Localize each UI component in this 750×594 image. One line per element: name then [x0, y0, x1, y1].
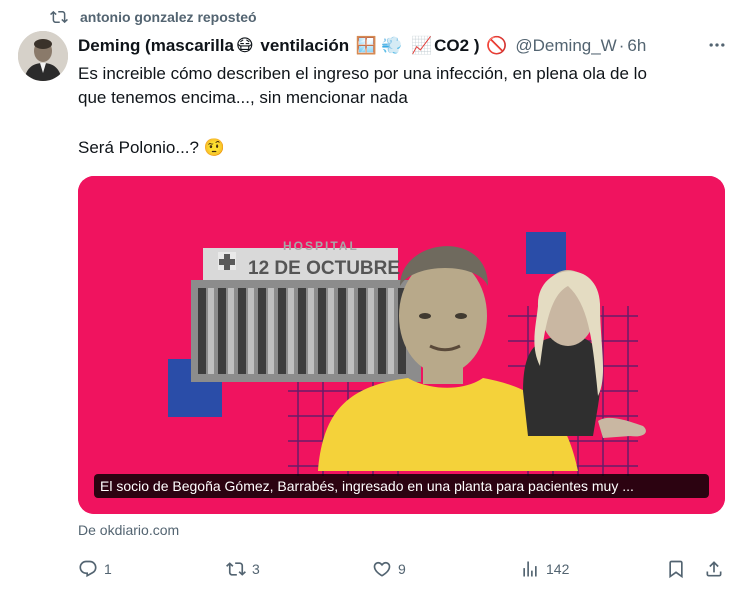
hospital-sign-main: 12 DE OCTUBRE: [248, 258, 400, 279]
wind-emoji: 💨: [381, 36, 403, 56]
post-text-line1: Es increible cómo describen el ingreso p…: [78, 64, 647, 83]
repost-text: antonio gonzalez reposteó: [80, 9, 257, 25]
repost-indicator[interactable]: antonio gonzalez reposteó: [50, 6, 257, 28]
action-bar: 1 3 9 142: [78, 556, 725, 582]
reply-count: 1: [104, 561, 112, 577]
more-options-button[interactable]: [704, 36, 730, 54]
post-text-line3-wrapper: Será Polonio...? 🤨: [78, 136, 718, 160]
author-name-part3: CO2 ): [434, 35, 480, 55]
author-name-part1: Deming (mascarilla: [78, 35, 234, 55]
repost-icon: [50, 10, 68, 24]
like-count: 9: [398, 561, 406, 577]
no-entry-emoji: 🚫: [486, 36, 508, 56]
bookmark-icon: [669, 560, 683, 579]
avatar-image: [18, 31, 68, 81]
avatar[interactable]: [18, 31, 68, 81]
reply-icon: [79, 560, 97, 578]
mask-emoji: 😷: [235, 36, 254, 56]
like-icon: [373, 561, 391, 577]
like-button[interactable]: 9: [372, 556, 406, 582]
bookmark-button[interactable]: [666, 556, 686, 582]
post-text-line3: Será Polonio...?: [78, 138, 199, 157]
author-name[interactable]: Deming (mascarilla 😷 ventilación 🪟 💨 📈 CO2 …: [78, 36, 509, 57]
retweet-count: 3: [252, 561, 260, 577]
share-button[interactable]: [704, 556, 724, 582]
reply-button[interactable]: 1: [78, 556, 112, 582]
retweet-icon: [226, 562, 246, 576]
more-icon: [709, 43, 725, 47]
link-card[interactable]: HOSPITAL 12 DE OCTUBRE El socio de Begoñ…: [78, 176, 725, 514]
link-source[interactable]: De okdiario.com: [78, 522, 179, 538]
blue-square-right: [526, 232, 566, 274]
post-text-line2: que tenemos encima..., sin mencionar nad…: [78, 88, 408, 107]
card-caption: El socio de Begoña Gómez, Barrabés, ingr…: [94, 474, 709, 498]
post-header: Deming (mascarilla 😷 ventilación 🪟 💨 📈 CO2 …: [78, 33, 730, 59]
views-count: 142: [546, 561, 570, 577]
views-icon: [523, 561, 537, 577]
hospital-sign-top: HOSPITAL: [283, 239, 359, 253]
chart-emoji: 📈: [410, 36, 433, 56]
post-time[interactable]: 6h: [627, 36, 646, 56]
thinking-emoji: 🤨: [203, 138, 225, 157]
retweet-button[interactable]: 3: [226, 556, 260, 582]
share-icon: [706, 561, 722, 577]
time-separator: ·: [618, 36, 625, 55]
views-button[interactable]: 142: [520, 556, 569, 582]
author-handle[interactable]: @Deming_W: [515, 36, 616, 56]
post-text: Es increible cómo describen el ingreso p…: [78, 62, 718, 160]
window-emoji: 🪟: [355, 36, 378, 56]
card-image: HOSPITAL 12 DE OCTUBRE: [78, 176, 725, 514]
author-name-part2: ventilación: [255, 35, 354, 55]
